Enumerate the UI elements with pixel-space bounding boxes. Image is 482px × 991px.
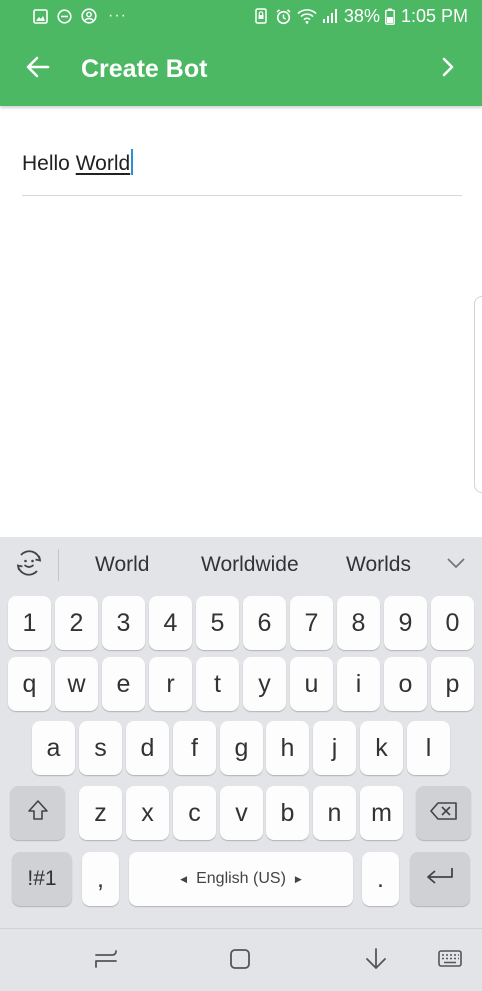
key-r[interactable]: r: [149, 657, 192, 711]
navigation-bar: [0, 928, 482, 991]
recent-apps-button[interactable]: [88, 943, 124, 979]
chevron-down-icon: [446, 556, 466, 574]
field-value: Hello World: [22, 149, 134, 176]
key-i[interactable]: i: [337, 657, 380, 711]
key-s[interactable]: s: [79, 721, 122, 775]
do-not-disturb-icon: [56, 8, 73, 25]
field-text-before: Hello: [22, 152, 76, 175]
space-key[interactable]: ◀ English (US) ▶: [129, 852, 353, 906]
key-x[interactable]: x: [126, 786, 169, 840]
keyboard-switch-icon: [437, 948, 463, 975]
suggestion-2[interactable]: Worldwide: [201, 553, 299, 577]
key-a[interactable]: a: [32, 721, 75, 775]
shift-icon: [26, 798, 50, 829]
key-k[interactable]: k: [360, 721, 403, 775]
comma-key[interactable]: ,: [82, 852, 119, 906]
status-bar: ··· 38% 1:05 PM: [0, 0, 482, 32]
keyboard-switch-button[interactable]: [432, 943, 468, 979]
key-u[interactable]: u: [290, 657, 333, 711]
back-button[interactable]: [10, 41, 66, 97]
enter-icon: [424, 865, 456, 894]
key-t[interactable]: t: [196, 657, 239, 711]
clock: 1:05 PM: [400, 5, 468, 26]
key-o[interactable]: o: [384, 657, 427, 711]
key-q[interactable]: q: [8, 657, 51, 711]
chevron-right-icon: [441, 57, 455, 82]
next-button[interactable]: [428, 41, 468, 97]
battery-percent: 38%: [343, 5, 380, 26]
key-9[interactable]: 9: [384, 596, 427, 650]
gallery-icon: [32, 8, 49, 25]
sticker-icon: [14, 548, 44, 583]
text-caret: [131, 149, 134, 175]
period-key[interactable]: .: [362, 852, 399, 906]
shift-key[interactable]: [10, 786, 65, 840]
key-g[interactable]: g: [220, 721, 263, 775]
backspace-icon: [429, 799, 459, 828]
key-d[interactable]: d: [126, 721, 169, 775]
composing-word: World: [75, 152, 131, 175]
alarm-icon: [275, 8, 292, 25]
backspace-key[interactable]: [416, 786, 471, 840]
key-7[interactable]: 7: [290, 596, 333, 650]
key-p[interactable]: p: [431, 657, 474, 711]
key-z[interactable]: z: [79, 786, 122, 840]
key-0[interactable]: 0: [431, 596, 474, 650]
hide-keyboard-icon: [364, 947, 388, 976]
status-right: 38% 1:05 PM: [253, 6, 468, 27]
language-left-icon: ◀: [180, 873, 188, 884]
key-6[interactable]: 6: [243, 596, 286, 650]
key-e[interactable]: e: [102, 657, 145, 711]
screen-lock-icon: [253, 8, 270, 25]
expand-suggestions-button[interactable]: [442, 551, 470, 579]
key-w[interactable]: w: [55, 657, 98, 711]
key-1[interactable]: 1: [8, 596, 51, 650]
enter-key[interactable]: [410, 852, 470, 906]
home-button[interactable]: [222, 943, 258, 979]
suggestion-divider: [58, 549, 59, 581]
home-icon: [228, 947, 252, 976]
signal-icon: [322, 8, 339, 25]
key-5[interactable]: 5: [196, 596, 239, 650]
suggestion-bar: World Worldwide Worlds: [0, 537, 482, 593]
symbols-key[interactable]: !#1: [12, 852, 72, 906]
key-4[interactable]: 4: [149, 596, 192, 650]
suggestion-3[interactable]: Worlds: [346, 553, 411, 577]
status-left: ···: [32, 7, 127, 25]
account-icon: [80, 8, 97, 25]
language-right-icon: ▶: [294, 873, 302, 884]
key-b[interactable]: b: [266, 786, 309, 840]
battery-icon: [385, 8, 396, 25]
key-2[interactable]: 2: [55, 596, 98, 650]
wifi-icon: [297, 8, 317, 25]
keyboard: World Worldwide Worlds 1 2 3 4 5 6 7 8 9…: [0, 537, 482, 928]
key-8[interactable]: 8: [337, 596, 380, 650]
bot-message-field[interactable]: Hello World: [22, 142, 462, 196]
key-l[interactable]: l: [407, 721, 450, 775]
more-notifications: ···: [108, 7, 127, 24]
key-y[interactable]: y: [243, 657, 286, 711]
arrow-left-icon: [26, 56, 50, 83]
key-c[interactable]: c: [173, 786, 216, 840]
key-v[interactable]: v: [220, 786, 263, 840]
key-3[interactable]: 3: [102, 596, 145, 650]
app-bar: Create Bot: [0, 32, 482, 106]
space-label: English (US): [196, 870, 286, 887]
edge-panel-handle[interactable]: [474, 296, 482, 493]
hide-keyboard-button[interactable]: [358, 943, 394, 979]
key-f[interactable]: f: [173, 721, 216, 775]
recent-apps-icon: [93, 948, 119, 975]
key-j[interactable]: j: [313, 721, 356, 775]
key-m[interactable]: m: [360, 786, 403, 840]
sticker-button[interactable]: [0, 537, 58, 593]
page-title: Create Bot: [81, 54, 208, 83]
key-n[interactable]: n: [313, 786, 356, 840]
key-h[interactable]: h: [266, 721, 309, 775]
suggestion-1[interactable]: World: [95, 553, 149, 577]
